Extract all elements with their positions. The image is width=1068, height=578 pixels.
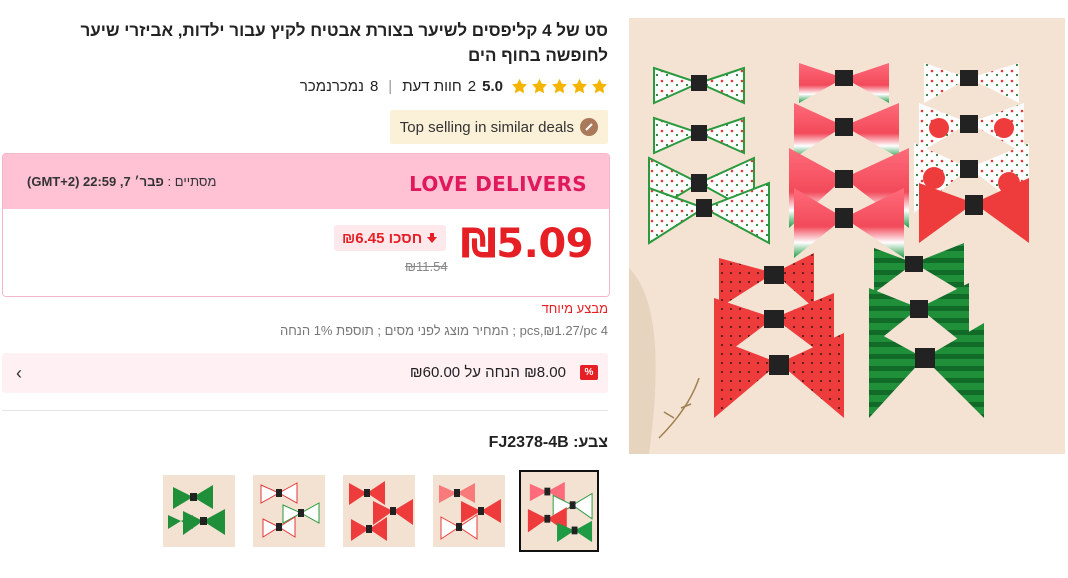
star-icon: [552, 78, 567, 93]
star-icon: [512, 78, 527, 93]
color-swatch-white[interactable]: [253, 475, 325, 547]
deal-ends-label: מסתיים :: [167, 174, 217, 189]
green-bows-thumbnail: [163, 475, 235, 547]
rating-row[interactable]: 5.0 2 חוות דעת | 8 נמכרנמכר: [300, 74, 608, 98]
product-main-image[interactable]: [629, 18, 1065, 454]
color-swatch-white-red[interactable]: [433, 475, 505, 547]
top-selling-text: Top selling in similar deals: [399, 118, 574, 136]
percent-icon: %: [580, 365, 598, 380]
deal-countdown: מסתיים : פבר׳ 7, 22:59 (GMT+2): [27, 174, 216, 189]
white-bows-thumbnail: [253, 475, 325, 547]
mixed-bows-thumbnail: [524, 476, 594, 546]
coupon-text: ₪8.00 הנחה על ₪60.00: [409, 364, 566, 381]
reviews-label[interactable]: חוות דעת: [402, 78, 462, 95]
reviews-count[interactable]: 2: [468, 78, 476, 95]
color-swatch-red[interactable]: [343, 475, 415, 547]
savings-tag: ₪6.45 חסכו: [334, 225, 447, 251]
deal-title: LOVE DELIVERS: [409, 172, 587, 196]
product-title: סט של 4 קליפסים לשיער בצורת אבטיח לקיץ ע…: [80, 21, 608, 65]
star-icon: [592, 78, 607, 93]
color-label-text: צבע:: [573, 434, 608, 451]
special-offer-label: מבצע מיוחד: [541, 301, 608, 316]
rating-score: 5.0: [482, 77, 503, 95]
star-icon: [572, 78, 587, 93]
divider-bar: |: [388, 77, 393, 95]
sale-price: ₪5.09: [460, 221, 594, 267]
savings-text: ₪6.45 חסכו: [342, 229, 423, 247]
medal-icon: [580, 118, 598, 136]
love-delivers-deal: LOVE DELIVERS מסתיים : פבר׳ 7, 22:59 (GM…: [2, 153, 610, 297]
color-selector-label: צבע: FJ2378-4B: [489, 434, 608, 452]
red-bows-thumbnail: [343, 475, 415, 547]
color-swatch-fj2378-4b-selected[interactable]: [519, 470, 599, 552]
color-value: FJ2378-4B: [488, 434, 569, 451]
section-divider: [2, 410, 608, 411]
unit-price-info: 4 pcs,₪1.27/pc ; המחיר מוצג לפני מסים ; …: [279, 323, 608, 338]
star-icon: [532, 78, 547, 93]
sold-label: נמכרנמכר: [299, 77, 364, 95]
chevron-left-icon[interactable]: ‹: [16, 363, 22, 384]
sold-count: 8: [369, 77, 379, 95]
coupon-bar[interactable]: ‹ ₪8.00 הנחה על ₪60.00 %: [2, 353, 608, 393]
original-price: ₪11.54: [405, 259, 448, 274]
deal-header: LOVE DELIVERS מסתיים : פבר׳ 7, 22:59 (GM…: [3, 154, 609, 209]
star-rating: [511, 78, 608, 95]
white-red-bows-thumbnail: [433, 475, 505, 547]
color-swatch-green[interactable]: [163, 475, 235, 547]
deal-price-area: ₪5.09 ₪6.45 חסכו ₪11.54: [3, 209, 609, 296]
hair-clips-photo: [629, 18, 1065, 454]
down-arrow-icon: [427, 233, 438, 243]
top-selling-badge[interactable]: Top selling in similar deals: [389, 110, 608, 144]
deal-ends-value: פבר׳ 7, 22:59 (GMT+2): [27, 174, 164, 189]
